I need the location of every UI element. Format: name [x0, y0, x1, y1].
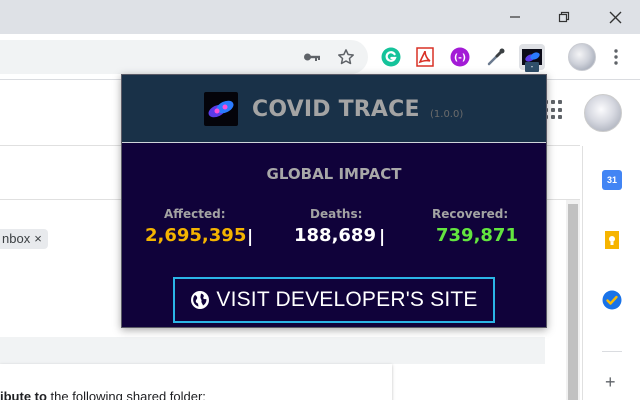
restore-button[interactable] — [541, 0, 587, 34]
visit-developer-site-label: VISIT DEVELOPER'S SITE — [216, 288, 478, 311]
side-panel: 31 + — [582, 146, 640, 400]
extension-badge: - — [525, 62, 539, 72]
key-icon[interactable] — [300, 45, 324, 69]
pdf-icon[interactable] — [413, 45, 437, 69]
popup-title: COVID TRACE — [252, 97, 420, 122]
affected-value: 2,695,395 — [145, 225, 247, 246]
grammarly-icon[interactable] — [379, 45, 403, 69]
calendar-icon[interactable]: 31 — [602, 170, 622, 190]
stat-separator: | — [247, 227, 254, 247]
deaths-value: 188,689 — [294, 225, 376, 246]
more-menu-icon[interactable] — [604, 45, 628, 69]
maximize-icon — [558, 11, 570, 23]
message-band — [0, 337, 545, 364]
share-text: ibute to the following shared folder: — [0, 389, 206, 400]
tasks-icon[interactable] — [602, 290, 622, 310]
share-text-bold: ibute to — [0, 389, 47, 400]
apps-grid-icon[interactable] — [544, 100, 564, 120]
share-text-rest: the following shared folder: — [46, 389, 206, 400]
section-title: GLOBAL IMPACT — [266, 165, 402, 183]
window-titlebar — [0, 0, 640, 34]
account-avatar[interactable] — [584, 94, 622, 132]
recovered-value: 739,871 — [436, 225, 518, 246]
add-addon-icon[interactable]: + — [605, 372, 616, 393]
profile-avatar[interactable] — [568, 43, 596, 71]
close-icon — [609, 11, 621, 23]
label-chip-text: nbox — [2, 231, 31, 246]
popup-header: COVID TRACE (1.0.0) — [122, 75, 546, 143]
purple-extension-icon[interactable]: (-) — [448, 45, 472, 69]
covid-trace-logo — [204, 92, 238, 126]
keep-icon[interactable] — [602, 230, 622, 250]
minimize-button[interactable] — [492, 0, 538, 34]
minimize-icon — [510, 16, 520, 18]
affected-label: Affected: — [164, 207, 226, 221]
eyedropper-icon[interactable] — [484, 45, 508, 69]
svg-text:(-): (-) — [454, 54, 466, 64]
calendar-day: 31 — [606, 175, 617, 185]
star-icon[interactable] — [334, 45, 358, 69]
covid-trace-popup: COVID TRACE (1.0.0) GLOBAL IMPACT Affect… — [121, 74, 547, 328]
side-panel-divider — [602, 351, 622, 352]
globe-icon — [191, 291, 210, 309]
deaths-label: Deaths: — [310, 207, 363, 221]
stat-separator: | — [379, 227, 386, 247]
close-button[interactable] — [592, 0, 638, 34]
recovered-label: Recovered: — [432, 207, 509, 221]
label-chip-close-icon[interactable]: × — [34, 229, 42, 249]
popup-version: (1.0.0) — [430, 109, 464, 120]
covid-trace-icon[interactable]: - — [519, 44, 545, 72]
label-chip[interactable]: nbox × — [0, 229, 48, 249]
visit-developer-site-button[interactable]: VISIT DEVELOPER'S SITE — [173, 277, 495, 323]
scrollbar-thumb[interactable] — [568, 204, 578, 400]
